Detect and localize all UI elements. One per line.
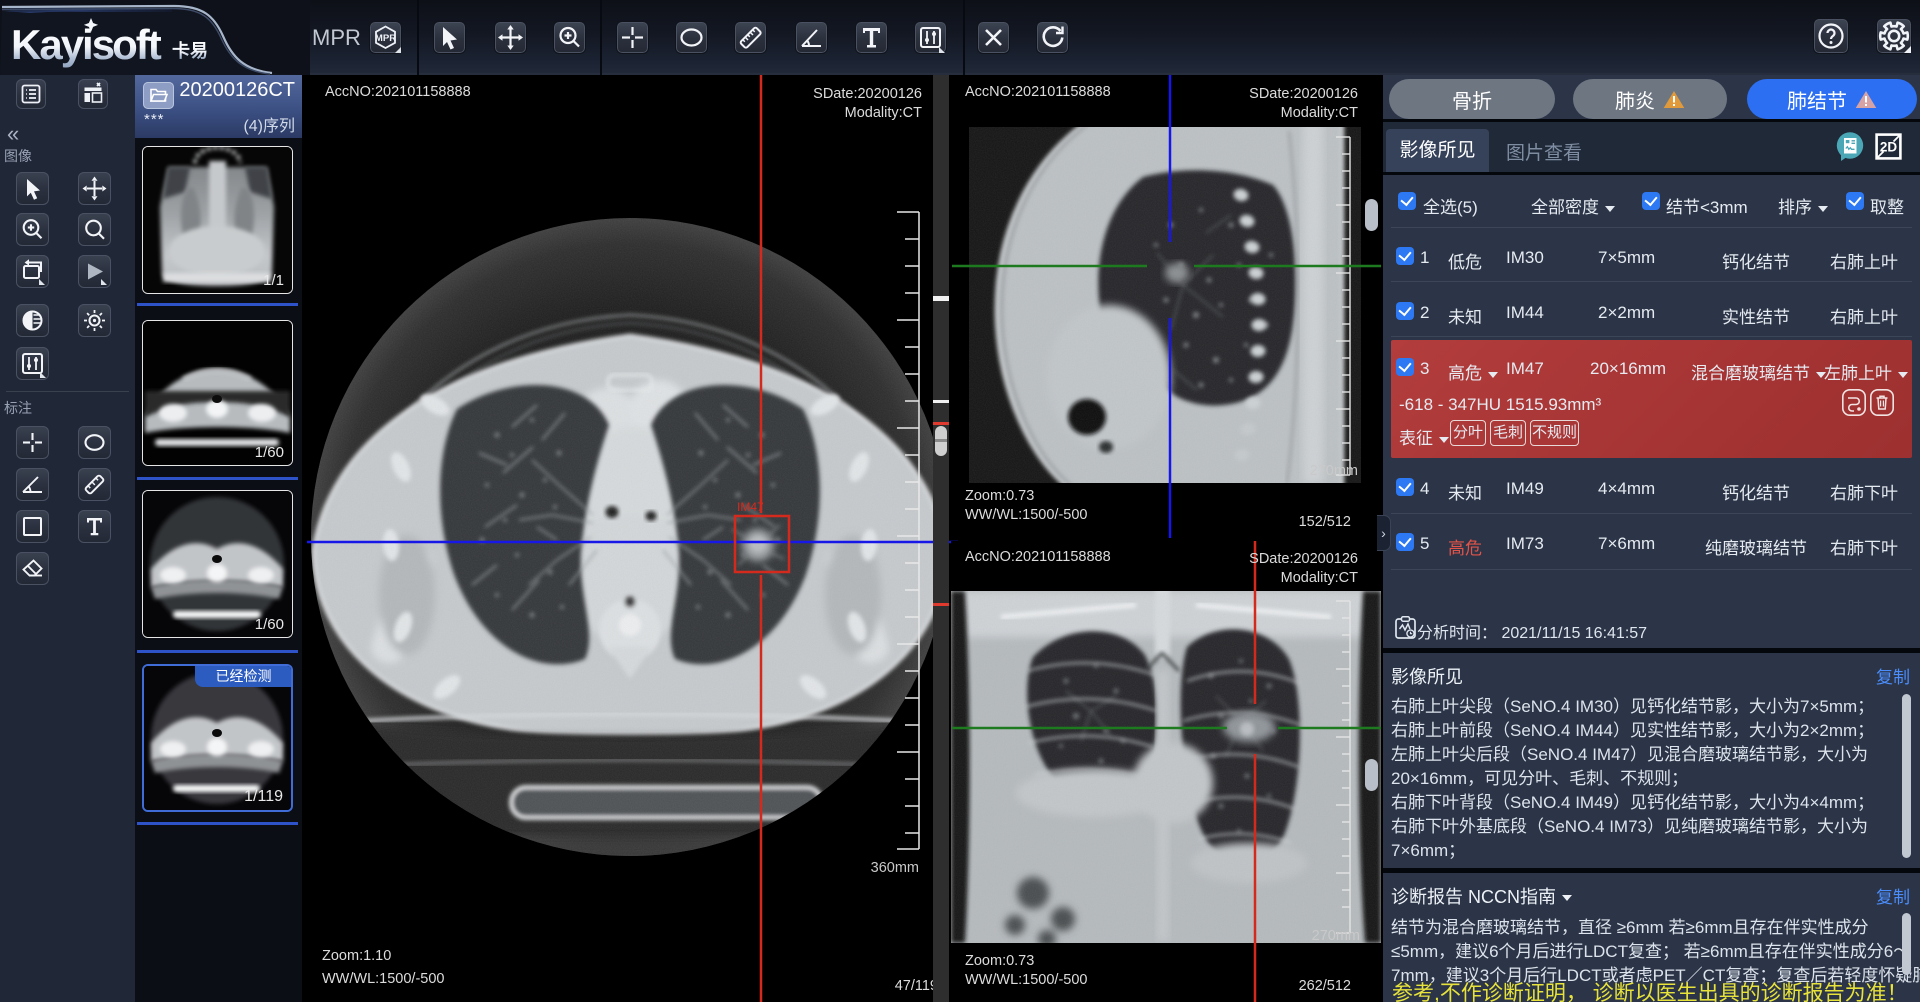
svg-text:Kayisoft: Kayisoft <box>11 21 162 68</box>
svg-text:270mm: 270mm <box>1312 928 1360 944</box>
svg-text:360mm: 360mm <box>871 860 919 876</box>
svg-text:卡易: 卡易 <box>172 40 208 61</box>
svg-text:MPR: MPR <box>375 33 396 44</box>
svg-text:2D: 2D <box>1880 140 1898 155</box>
svg-text:270mm: 270mm <box>1310 463 1358 479</box>
svg-text:IM47: IM47 <box>737 500 764 514</box>
